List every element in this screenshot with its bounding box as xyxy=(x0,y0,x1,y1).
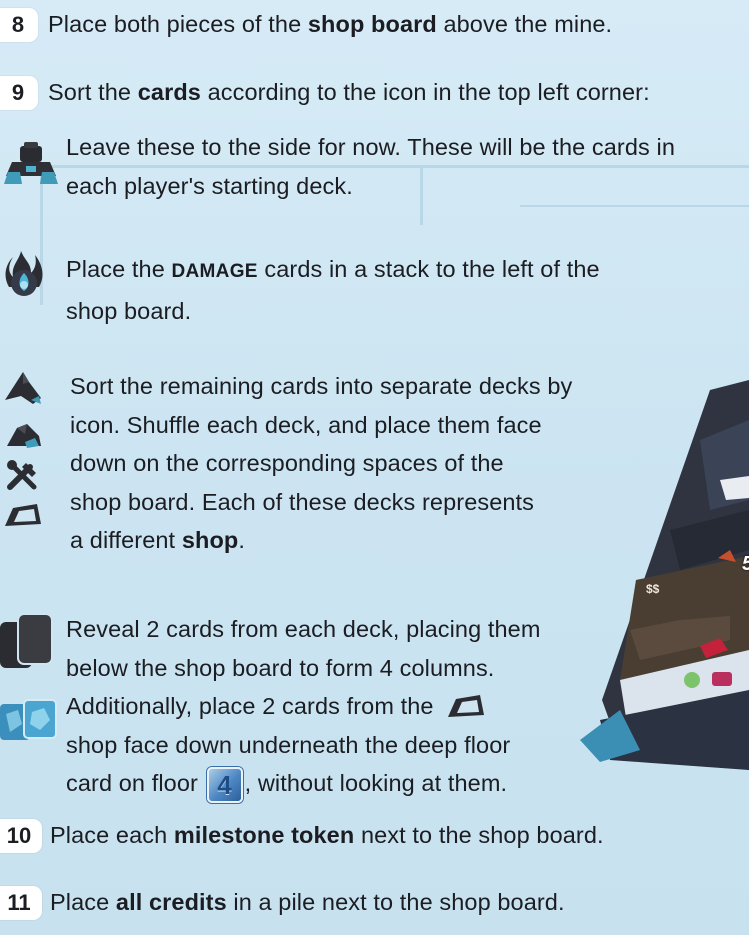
step-11: 11 Place all credits in a pile next to t… xyxy=(0,885,565,920)
card-cost: 5 xyxy=(742,553,749,576)
tools-icon xyxy=(7,460,37,490)
step-number: 8 xyxy=(0,7,38,42)
rock-icon xyxy=(7,424,41,448)
mine-cart-icon xyxy=(5,504,41,526)
sort-text: Sort the remaining cards into separate d… xyxy=(70,373,573,553)
drill-icon xyxy=(5,372,41,404)
damage-text: Place the DAMAGE cards in a stack to the… xyxy=(66,256,600,324)
card-price-symbol: $$ xyxy=(646,582,660,596)
reveal-text: Reveal 2 cards from each deck, placing t… xyxy=(66,610,541,803)
step-9: 9 Sort the cards according to the icon i… xyxy=(0,75,650,110)
step-text: Place all credits in a pile next to the … xyxy=(50,889,565,915)
fire-icon xyxy=(5,251,43,296)
step-text: Place both pieces of the shop board abov… xyxy=(48,11,613,37)
step-10: 10 Place each milestone token next to th… xyxy=(0,818,604,853)
robot-icon xyxy=(4,142,58,184)
step-8: 8 Place both pieces of the shop board ab… xyxy=(0,7,612,42)
floor-4-badge: 4 xyxy=(206,766,243,803)
step-number: 10 xyxy=(0,818,42,853)
step-number: 9 xyxy=(0,75,38,110)
shop-board-art xyxy=(580,380,749,770)
step-text: Place each milestone token next to the s… xyxy=(50,822,604,848)
mine-cart-icon xyxy=(448,694,485,717)
step-text: Sort the cards according to the icon in … xyxy=(48,79,650,105)
step-number: 11 xyxy=(0,885,42,920)
starting-deck-text: Leave these to the side for now. These w… xyxy=(66,134,675,199)
card-backs-icon xyxy=(0,613,53,668)
blue-card-icon xyxy=(0,699,57,740)
